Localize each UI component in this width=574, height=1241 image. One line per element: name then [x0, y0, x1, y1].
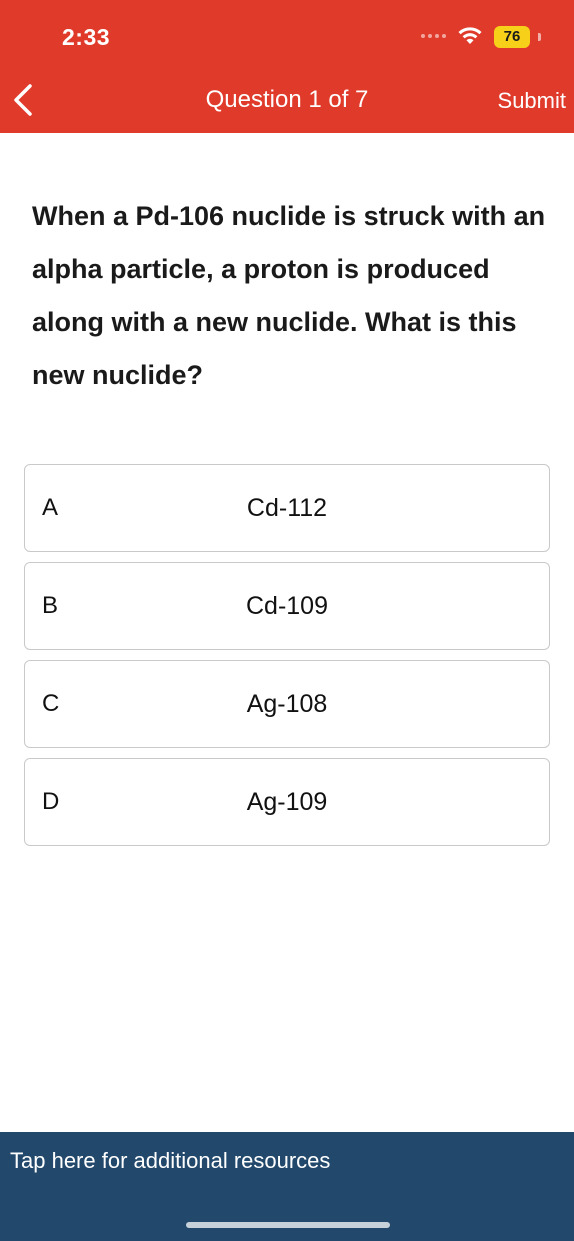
- option-b-button[interactable]: B Cd-109: [24, 562, 550, 650]
- wifi-icon: [458, 27, 482, 44]
- submit-button[interactable]: Submit: [498, 88, 566, 114]
- home-indicator[interactable]: [186, 1222, 390, 1228]
- quiz-screen: 2:33 76 Question 1 of 7 Submit When a Pd…: [0, 0, 574, 1241]
- page-title: Question 1 of 7: [205, 86, 369, 113]
- additional-resources-button[interactable]: Tap here for additional resources: [0, 1132, 574, 1241]
- option-text: Cd-112: [246, 494, 328, 522]
- option-text: Ag-108: [246, 690, 328, 718]
- option-c-button[interactable]: C Ag-108: [24, 660, 550, 748]
- battery-level: 76: [494, 26, 530, 48]
- option-text: Ag-109: [246, 788, 328, 816]
- question-text: When a Pd-106 nuclide is struck with an …: [32, 201, 546, 390]
- option-text: Cd-109: [246, 592, 328, 620]
- status-time: 2:33: [62, 24, 111, 50]
- option-d-button[interactable]: D Ag-109: [24, 758, 550, 846]
- cellular-signal-icon: [421, 31, 451, 41]
- battery-icon: 76: [494, 26, 530, 48]
- answer-options: A Cd-112 B Cd-109 C Ag-108 D Ag-109: [24, 464, 550, 856]
- header-bar: 2:33 76 Question 1 of 7 Submit: [0, 0, 574, 133]
- additional-resources-label: Tap here for additional resources: [10, 1148, 331, 1173]
- battery-tip: [538, 33, 541, 41]
- option-a-button[interactable]: A Cd-112: [24, 464, 550, 552]
